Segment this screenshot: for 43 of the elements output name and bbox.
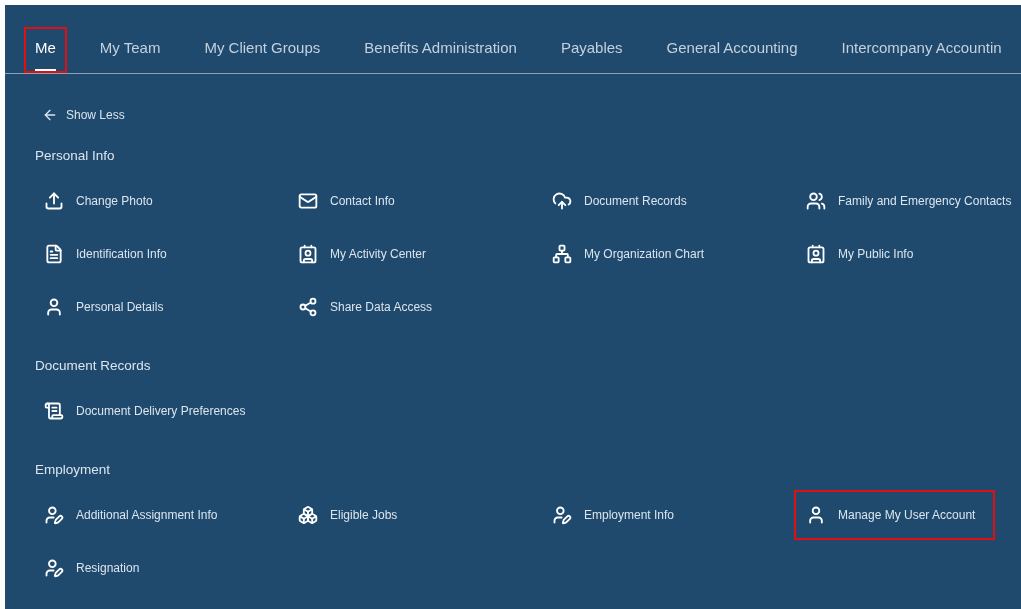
person-pen-icon (44, 558, 64, 579)
tab[interactable]: General Accounting (655, 27, 809, 73)
id-card-icon (806, 243, 826, 264)
tab[interactable]: My Team (88, 27, 172, 73)
id-card-icon (298, 243, 318, 264)
show-less-link[interactable]: Show Less (42, 105, 125, 124)
tab[interactable]: Payables (549, 27, 634, 73)
person-pen-icon (44, 505, 64, 526)
upload-icon (44, 190, 64, 211)
org-chart-icon (552, 243, 572, 264)
menu-item[interactable]: Identification Info (32, 228, 187, 279)
tab[interactable]: Me (24, 27, 67, 73)
section-heading: Document Records (35, 356, 151, 375)
boxes-icon (298, 505, 318, 526)
cloud-icon (552, 190, 572, 211)
menu-item[interactable]: Employment Info (540, 490, 695, 541)
person-icon (44, 296, 64, 317)
menu-item[interactable]: Eligible Jobs (286, 490, 418, 541)
menu-item[interactable]: Manage My User Account (794, 490, 996, 541)
menu-item[interactable]: Resignation (32, 543, 160, 594)
mail-icon (298, 190, 318, 211)
menu-item[interactable]: Share Data Access (286, 281, 453, 332)
menu-item[interactable]: My Organization Chart (540, 228, 725, 279)
document-icon (44, 401, 64, 421)
tab[interactable]: Intercompany Accountin (830, 27, 1013, 73)
tab[interactable]: My Client Groups (193, 27, 332, 73)
menu-item[interactable]: Personal Details (32, 281, 184, 332)
menu-item[interactable]: Family and Emergency Contacts (794, 175, 1021, 226)
section-heading: Employment (35, 461, 111, 479)
person-pen-icon (552, 505, 572, 526)
menu-item[interactable]: Contact Info (286, 175, 415, 226)
menu-item[interactable]: Change Photo (32, 175, 173, 226)
people-icon (806, 190, 826, 211)
share-icon (298, 296, 318, 317)
menu-item[interactable]: Document Delivery Preferences (32, 386, 266, 436)
section-heading: Personal Info (35, 146, 115, 165)
tab[interactable]: Benefits Administration (353, 27, 528, 73)
menu-item[interactable]: My Activity Center (286, 228, 447, 279)
menu-item[interactable]: Additional Assignment Info (32, 490, 238, 541)
menu-item[interactable]: My Public Info (794, 228, 934, 279)
document-icon (44, 243, 64, 264)
menu-item[interactable]: Document Records (540, 175, 707, 226)
person-icon (806, 505, 826, 526)
